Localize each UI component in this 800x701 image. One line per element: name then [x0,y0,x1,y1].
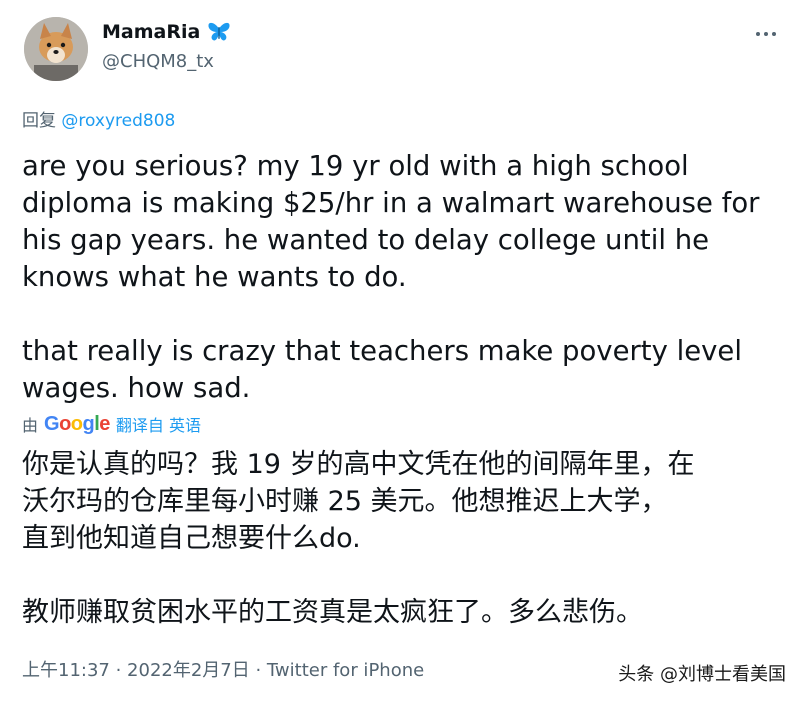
google-logo: Google [44,412,110,435]
tweet-text: are you serious? my 19 yr old with a hig… [22,148,782,407]
avatar[interactable] [24,17,88,81]
more-options-icon[interactable] [754,24,778,44]
translated-from-link[interactable]: 翻译自 英语 [116,412,201,436]
translated-paragraph: 你是认真的吗？我 19 岁的高中文凭在他的间隔年里，在 沃尔玛的仓库里每小时赚 … [22,449,695,554]
tweet-paragraph: are you serious? my 19 yr old with a hig… [22,150,760,293]
watermark-text: 头条 @刘博士看美国 [618,664,786,685]
author-display-name[interactable]: MamaRia [102,21,231,43]
translation-attribution: 由 Google 翻译自 英语 [22,412,201,436]
tweet-timestamp-source[interactable]: 上午11:37 · 2022年2月7日 · Twitter for iPhone [22,656,424,682]
author-handle[interactable]: @CHQM8_tx [102,51,214,72]
tweet-paragraph: that really is crazy that teachers make … [22,335,742,404]
translated-tweet-text: 你是认真的吗？我 19 岁的高中文凭在他的间隔年里，在 沃尔玛的仓库里每小时赚 … [22,446,792,631]
display-name-text: MamaRia [102,21,201,43]
butterfly-icon [207,21,231,43]
translated-paragraph: 教师赚取贫困水平的工资真是太疯狂了。多么悲伤。 [22,597,643,628]
reply-prefix: 回复 [22,111,62,131]
translated-by-label: 由 [22,416,39,435]
reply-mention-link[interactable]: @roxyred808 [61,111,175,131]
replying-to: 回复 @roxyred808 [22,106,175,131]
dog-avatar-image [24,17,88,81]
